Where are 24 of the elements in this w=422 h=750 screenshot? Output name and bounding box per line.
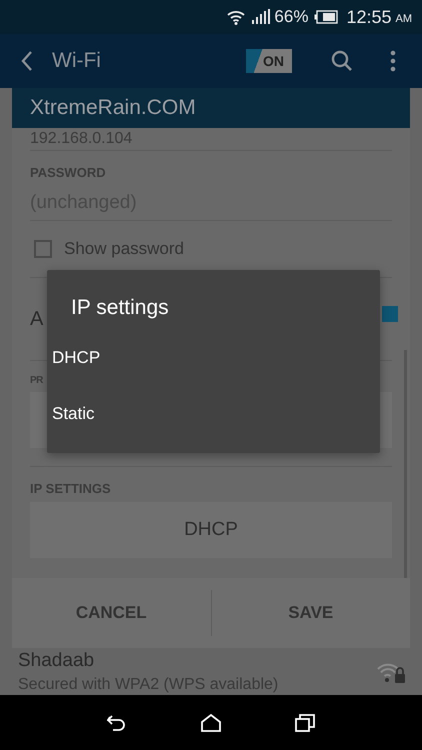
network-name: Shadaab bbox=[18, 650, 96, 672]
menu-option[interactable]: DHCP bbox=[47, 330, 380, 386]
screen-title: Wi-Fi bbox=[52, 49, 102, 73]
save-button[interactable]: SAVE bbox=[212, 578, 410, 648]
menu-option[interactable]: Static bbox=[47, 386, 380, 442]
menu-title: IP settings bbox=[70, 295, 170, 321]
signal-icon bbox=[250, 9, 270, 25]
home-icon[interactable] bbox=[201, 714, 221, 732]
battery-percent: 66% bbox=[274, 7, 308, 27]
wifi-icon bbox=[226, 8, 246, 26]
clock-time: 12:55 bbox=[346, 6, 392, 28]
checkbox[interactable] bbox=[34, 240, 52, 258]
menu-icon[interactable] bbox=[390, 50, 396, 72]
recent-apps-icon[interactable] bbox=[295, 714, 315, 732]
battery-icon bbox=[314, 10, 338, 24]
clock-meridiem: AM bbox=[396, 13, 412, 25]
cancel-button[interactable]: CANCEL bbox=[12, 578, 210, 648]
dialog-title: XtremeRain.COM bbox=[30, 96, 196, 120]
back-icon[interactable] bbox=[107, 714, 127, 732]
search-icon[interactable] bbox=[330, 49, 354, 73]
checkbox[interactable] bbox=[382, 306, 398, 322]
dropdown-field[interactable]: DHCP bbox=[30, 502, 392, 558]
option-label: A bbox=[30, 308, 44, 330]
wifi-toggle[interactable]: ON bbox=[246, 49, 292, 73]
